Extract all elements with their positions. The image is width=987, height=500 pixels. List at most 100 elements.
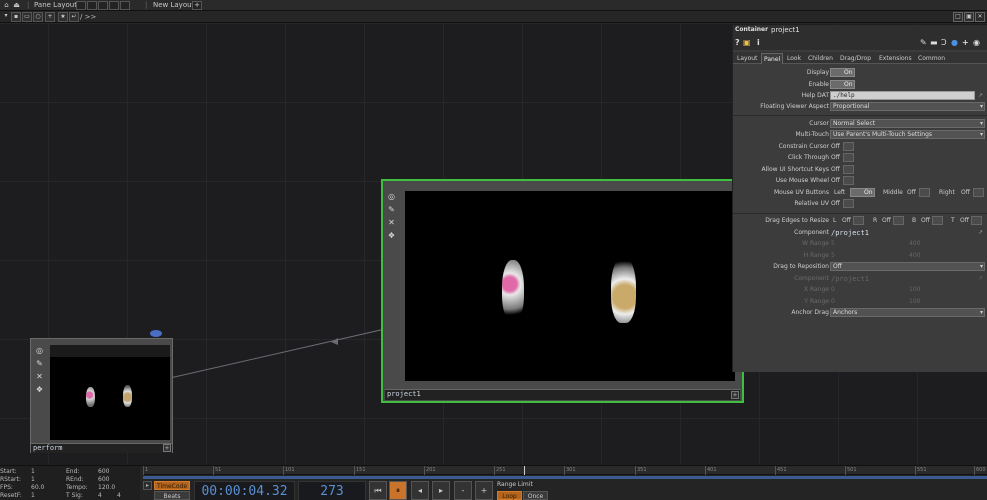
tab-look[interactable]: Look — [785, 53, 803, 64]
bypass-icon[interactable]: ✕ — [387, 218, 396, 227]
bypass-icon[interactable]: ✕ — [35, 372, 44, 381]
help-dat-field[interactable]: ./help — [830, 91, 975, 100]
chevron-right-icon[interactable]: ↗ — [978, 91, 983, 100]
tab-layout[interactable]: Layout — [735, 53, 759, 64]
step-forward-button[interactable]: ▸ — [432, 481, 450, 500]
constrain-cursor-toggle[interactable] — [843, 142, 854, 151]
add-icon[interactable]: + — [962, 38, 969, 48]
rstart-value[interactable]: 1 — [31, 476, 35, 484]
network-path[interactable]: / >> — [80, 11, 96, 23]
hook-icon[interactable]: Ↄ — [941, 38, 947, 48]
chevron-right-icon[interactable]: ↗ — [978, 228, 983, 237]
node-name-bar[interactable]: perform + — [31, 443, 172, 453]
click-through-toggle[interactable] — [843, 153, 854, 162]
once-toggle[interactable]: Once — [523, 491, 548, 500]
expand-icon[interactable]: ▸ — [143, 481, 152, 490]
network-icon[interactable]: ⏏ — [12, 1, 21, 10]
star-icon[interactable]: ★ — [58, 12, 68, 22]
layout-split-button[interactable] — [98, 1, 108, 10]
resetf-value[interactable]: 1 — [31, 492, 35, 500]
language-icon[interactable]: ● — [951, 38, 958, 48]
reset-icon[interactable]: ○ — [33, 12, 43, 22]
beats-toggle[interactable]: Beats — [154, 491, 190, 500]
pin-icon[interactable]: ✎ — [387, 205, 396, 214]
operator-name[interactable]: project1 — [771, 26, 800, 34]
tsig-value[interactable]: 4 — [98, 492, 102, 500]
layout-split-button[interactable] — [87, 1, 97, 10]
layout-split-button[interactable] — [120, 1, 130, 10]
node-name-bar[interactable]: project1 + — [385, 389, 740, 400]
tempo-value[interactable]: 120.0 — [98, 484, 115, 492]
new-layout-label[interactable]: New Layout — [153, 0, 194, 11]
layout-split-button[interactable] — [109, 1, 119, 10]
timeline-ruler[interactable]: 1 51 101 151 201 251 301 351 401 451 501… — [143, 466, 987, 475]
drag-edge-t-toggle[interactable] — [971, 216, 982, 225]
allow-ui-shortcut-keys-toggle[interactable] — [843, 165, 854, 174]
viewer-icon[interactable]: ◎ — [35, 346, 44, 355]
home-icon[interactable]: ⌂ — [2, 1, 11, 10]
drag-edge-b-toggle[interactable] — [932, 216, 943, 225]
viewer-toggle-button[interactable]: □ — [953, 12, 963, 22]
enable-toggle[interactable]: On — [830, 80, 855, 89]
tab-panel[interactable]: Panel — [761, 53, 784, 64]
mouse-uv-middle-toggle[interactable] — [919, 188, 930, 197]
loop-toggle[interactable]: Loop — [497, 491, 522, 500]
component-value[interactable]: /project1 — [831, 228, 869, 238]
mouse-uv-right-toggle[interactable] — [973, 188, 984, 197]
comment-icon[interactable] — [150, 330, 162, 337]
time-display[interactable]: 00:00:04.32 — [194, 481, 295, 500]
pin-icon[interactable]: ✎ — [35, 359, 44, 368]
grid-icon[interactable]: ▪ — [11, 12, 21, 22]
fps-value[interactable]: 60.0 — [31, 484, 44, 492]
settings-icon[interactable]: ◉ — [973, 38, 980, 48]
display-toggle[interactable]: On — [830, 68, 855, 77]
info-icon[interactable]: i — [757, 38, 760, 48]
tab-drag-drop[interactable]: Drag/Drop — [838, 53, 873, 64]
tab-extensions[interactable]: Extensions — [877, 53, 914, 64]
add-icon[interactable]: + — [45, 12, 55, 22]
drag-to-reposition-menu[interactable]: Off ▾ — [830, 262, 985, 271]
clone-icon[interactable]: ❖ — [387, 231, 396, 240]
clone-icon[interactable]: ❖ — [35, 385, 44, 394]
start-value[interactable]: 1 — [31, 468, 35, 476]
floating-viewer-aspect-menu[interactable]: Proportional ▾ — [830, 102, 985, 111]
viewer-icon[interactable]: ◎ — [387, 192, 396, 201]
layout-split-button[interactable] — [76, 1, 86, 10]
end-value[interactable]: 600 — [98, 468, 109, 476]
fullscreen-button[interactable]: ▣ — [964, 12, 974, 22]
edit-icon[interactable]: ✎ — [920, 38, 927, 48]
drag-edge-r-toggle[interactable] — [893, 216, 904, 225]
tab-common[interactable]: Common — [916, 53, 947, 64]
drag-edge-l-toggle[interactable] — [853, 216, 864, 225]
tsig-value[interactable]: 4 — [117, 492, 121, 500]
project1-node[interactable]: ◎ ✎ ✕ ❖ project1 + — [381, 179, 744, 403]
minus-button[interactable]: - — [454, 481, 472, 500]
perform-node[interactable]: ◎ ✎ ✕ ❖ perform + — [30, 338, 173, 453]
step-back-button[interactable]: ◂ — [411, 481, 429, 500]
cursor-menu[interactable]: Normal Select ▾ — [830, 119, 985, 128]
add-layout-button[interactable]: + — [192, 1, 202, 10]
mouse-uv-left-toggle[interactable]: On — [850, 188, 875, 197]
comment-icon[interactable]: ▬ — [930, 38, 938, 48]
playhead[interactable] — [524, 466, 525, 475]
help-icon[interactable]: ? — [735, 38, 740, 48]
rewind-button[interactable]: ⏮ — [369, 481, 387, 500]
rend-value[interactable]: 600 — [98, 476, 109, 484]
python-icon[interactable]: ▣ — [743, 38, 751, 48]
add-button[interactable]: + — [163, 444, 171, 452]
back-icon[interactable]: ↵ — [69, 12, 79, 22]
add-button[interactable]: + — [731, 391, 739, 399]
pause-button[interactable]: ⏸ — [389, 481, 407, 500]
chevron-down-icon[interactable]: ▾ — [1, 12, 11, 22]
comment-icon[interactable]: ▭ — [22, 12, 32, 22]
multi-touch-menu[interactable]: Use Parent's Multi-Touch Settings ▾ — [830, 130, 985, 139]
timeline-range-bar[interactable] — [143, 476, 987, 479]
frame-display[interactable]: 273 — [298, 481, 366, 500]
plus-button[interactable]: + — [475, 481, 493, 500]
timecode-toggle[interactable]: TimeCode — [154, 481, 190, 490]
anchor-drag-menu[interactable]: Anchors ▾ — [830, 308, 985, 317]
use-mouse-wheel-toggle[interactable] — [843, 176, 854, 185]
relative-uv-toggle[interactable] — [843, 199, 854, 208]
close-pane-button[interactable]: ✕ — [975, 12, 985, 22]
tab-children[interactable]: Children — [806, 53, 835, 64]
